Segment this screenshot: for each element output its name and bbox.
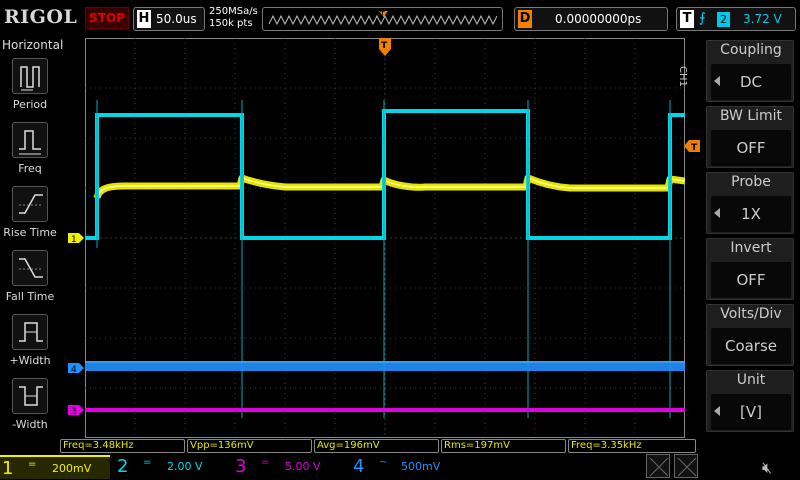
timebase-readout[interactable]: H 50.0us	[133, 7, 205, 31]
svg-text:4: 4	[71, 365, 77, 375]
measurement-bar: Freq=3.48kHz Vpp=136mV Avg=196mV Rms=197…	[60, 438, 700, 454]
ch2-status[interactable]: 2 = 2.00 V	[115, 455, 225, 479]
ch1-status[interactable]: 1 = 200mV	[0, 455, 110, 479]
math-channel-button[interactable]	[646, 454, 670, 478]
timebase-label: H	[137, 10, 151, 28]
trigger-time-label: T	[381, 41, 388, 51]
measure-positive-width[interactable]: +Width	[0, 314, 60, 374]
frequency-icon	[12, 122, 48, 158]
trigger-position-bar[interactable]: T	[262, 7, 503, 31]
delay-label: D	[518, 10, 532, 28]
probe-menu-button[interactable]: Probe 1X	[706, 172, 794, 234]
measurement-item[interactable]: Avg=196mV	[314, 439, 439, 453]
coupling-menu-button[interactable]: Coupling DC	[706, 40, 794, 102]
waveform-display[interactable]: T	[85, 38, 685, 438]
dc-coupling-icon: =	[261, 457, 270, 468]
trigger-level: 3.72 V	[743, 12, 782, 26]
rising-edge-icon: ⨍	[699, 11, 706, 26]
ch4-marker: 4	[68, 363, 84, 375]
memory-depth: 150k pts	[209, 18, 253, 29]
svg-text:1: 1	[71, 235, 77, 245]
measurement-item[interactable]: Freq=3.48kHz	[60, 439, 185, 453]
measurement-item[interactable]: Rms=197mV	[441, 439, 566, 453]
sample-rate: 250MSa/s	[209, 6, 258, 17]
measure-fall-time[interactable]: Fall Time	[0, 250, 60, 310]
run-stop-indicator[interactable]: STOP	[85, 7, 129, 29]
speaker-muted-icon[interactable]: 🔇︎	[762, 458, 772, 478]
dc-coupling-icon: =	[28, 459, 37, 470]
measure-negative-width[interactable]: -Width	[0, 378, 60, 438]
dc-coupling-icon: =	[143, 457, 152, 468]
svg-text:3: 3	[71, 407, 77, 417]
measurement-item[interactable]: Vpp=136mV	[187, 439, 312, 453]
positive-width-icon	[12, 314, 48, 350]
ac-coupling-icon: ~	[379, 457, 388, 468]
measure-period[interactable]: Period	[0, 58, 60, 118]
bw-limit-menu-button[interactable]: BW Limit OFF	[706, 106, 794, 168]
ch4-status[interactable]: 4 ~ 500mV	[351, 455, 461, 479]
trigger-position-label: T	[379, 10, 385, 19]
ch4-waveform	[85, 361, 685, 371]
negative-width-icon	[12, 378, 48, 414]
measure-rise-time[interactable]: Rise Time	[0, 186, 60, 246]
channel-markers: 1 4 3	[68, 233, 84, 417]
ch1-marker: 1	[68, 233, 84, 245]
unit-menu-button[interactable]: Unit [V]	[706, 370, 794, 432]
ref-channel-button[interactable]	[674, 454, 698, 478]
menu-title: Horizontal	[2, 38, 64, 52]
measure-frequency[interactable]: Freq	[0, 122, 60, 182]
delay-readout[interactable]: D 0.00000000ps	[514, 7, 668, 31]
trigger-label: T	[680, 10, 694, 28]
trigger-readout[interactable]: T ⨍ 2 3.72 V	[676, 7, 796, 31]
channel-status-bar: 1 = 200mV 2 = 2.00 V 3 = 5.00 V 4 ~ 500m…	[0, 454, 800, 480]
waveform-area: T	[85, 38, 685, 438]
status-bar: RIGOL STOP H 50.0us 250MSa/s 150k pts T …	[0, 0, 800, 38]
ch3-marker: 3	[68, 405, 84, 417]
timebase-value: 50.0us	[156, 12, 197, 26]
channel-menu-tag: CH1	[677, 66, 688, 87]
delay-value: 0.00000000ps	[555, 12, 642, 26]
period-icon	[12, 58, 48, 94]
invert-menu-button[interactable]: Invert OFF	[706, 238, 794, 300]
volts-div-menu-button[interactable]: Volts/Div Coarse	[706, 304, 794, 366]
horizontal-measure-menu: Horizontal Period Freq Rise Time Fall Ti…	[0, 38, 64, 438]
fall-time-icon	[12, 250, 48, 286]
trigger-source: 2	[717, 12, 730, 27]
ch3-status[interactable]: 3 = 5.00 V	[233, 455, 343, 479]
svg-text:T: T	[691, 143, 698, 153]
waveform-overview: T	[268, 10, 498, 26]
brand-logo: RIGOL	[4, 6, 78, 28]
rise-time-icon	[12, 186, 48, 222]
measurement-item[interactable]: Freq=3.35kHz	[568, 439, 696, 453]
